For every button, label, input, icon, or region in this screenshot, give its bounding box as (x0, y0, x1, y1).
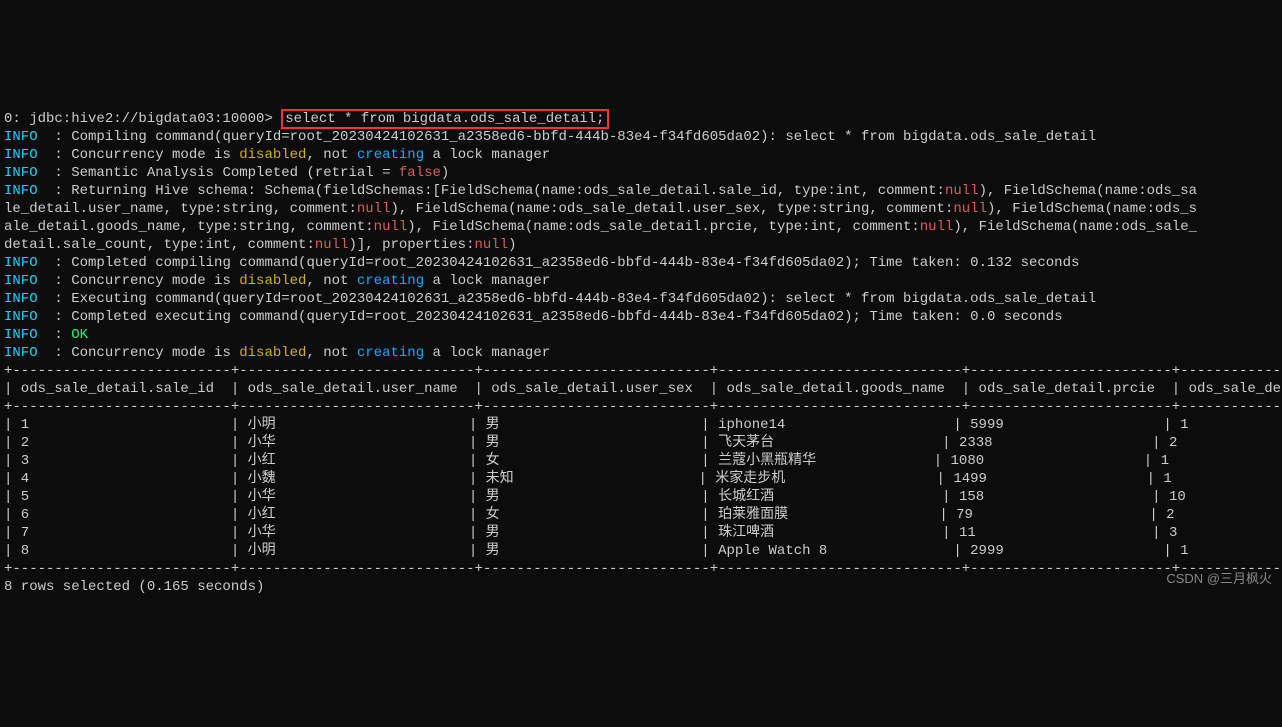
table-sep: +--------------------------+------------… (4, 399, 1282, 415)
log-line: INFO : OK (4, 327, 88, 343)
table-row: | 7 | 小华 | 男 | 珠江啤酒 | 11 | 3 | (4, 525, 1282, 541)
log-line: INFO : Completed executing command(query… (4, 309, 1063, 325)
table-row: | 3 | 小红 | 女 | 兰蔻小黑瓶精华 | 1080 | 1 | (4, 453, 1282, 469)
log-line: INFO : Concurrency mode is disabled, not… (4, 273, 550, 289)
log-line: INFO : Completed compiling command(query… (4, 255, 1079, 271)
log-line: INFO : Compiling command(queryId=root_20… (4, 129, 1096, 145)
table-row: | 8 | 小明 | 男 | Apple Watch 8 | 2999 | 1 … (4, 543, 1282, 559)
log-line: INFO : Returning Hive schema: Schema(fie… (4, 183, 1197, 199)
log-line: le_detail.user_name, type:string, commen… (4, 201, 1197, 217)
table-sep: +--------------------------+------------… (4, 561, 1282, 577)
sql-command-highlight: select * from bigdata.ods_sale_detail; (281, 109, 608, 129)
log-line: INFO : Semantic Analysis Completed (retr… (4, 165, 449, 181)
table-row: | 6 | 小红 | 女 | 珀莱雅面膜 | 79 | 2 | (4, 507, 1282, 523)
table-header: | ods_sale_detail.sale_id | ods_sale_det… (4, 381, 1282, 397)
table-row: | 2 | 小华 | 男 | 飞天茅台 | 2338 | 2 | (4, 435, 1282, 451)
footer-line: 8 rows selected (0.165 seconds) (4, 579, 264, 595)
terminal-output[interactable]: 0: jdbc:hive2://bigdata03:10000> select … (0, 90, 1282, 616)
table-row: | 1 | 小明 | 男 | iphone14 | 5999 | 1 | (4, 417, 1282, 433)
log-line: INFO : Concurrency mode is disabled, not… (4, 147, 550, 163)
log-line: INFO : Executing command(queryId=root_20… (4, 291, 1096, 307)
log-line: INFO : Concurrency mode is disabled, not… (4, 345, 550, 361)
log-line: detail.sale_count, type:int, comment:nul… (4, 237, 517, 253)
log-line: ale_detail.goods_name, type:string, comm… (4, 219, 1197, 235)
table-row: | 5 | 小华 | 男 | 长城红酒 | 158 | 10 | (4, 489, 1282, 505)
prompt: 0: jdbc:hive2://bigdata03:10000> select … (4, 109, 609, 129)
table-sep: +--------------------------+------------… (4, 363, 1282, 379)
table-row: | 4 | 小魏 | 未知 | 米家走步机 | 1499 | 1 | (4, 471, 1282, 487)
watermark: CSDN @三月枫火 (1166, 570, 1272, 588)
